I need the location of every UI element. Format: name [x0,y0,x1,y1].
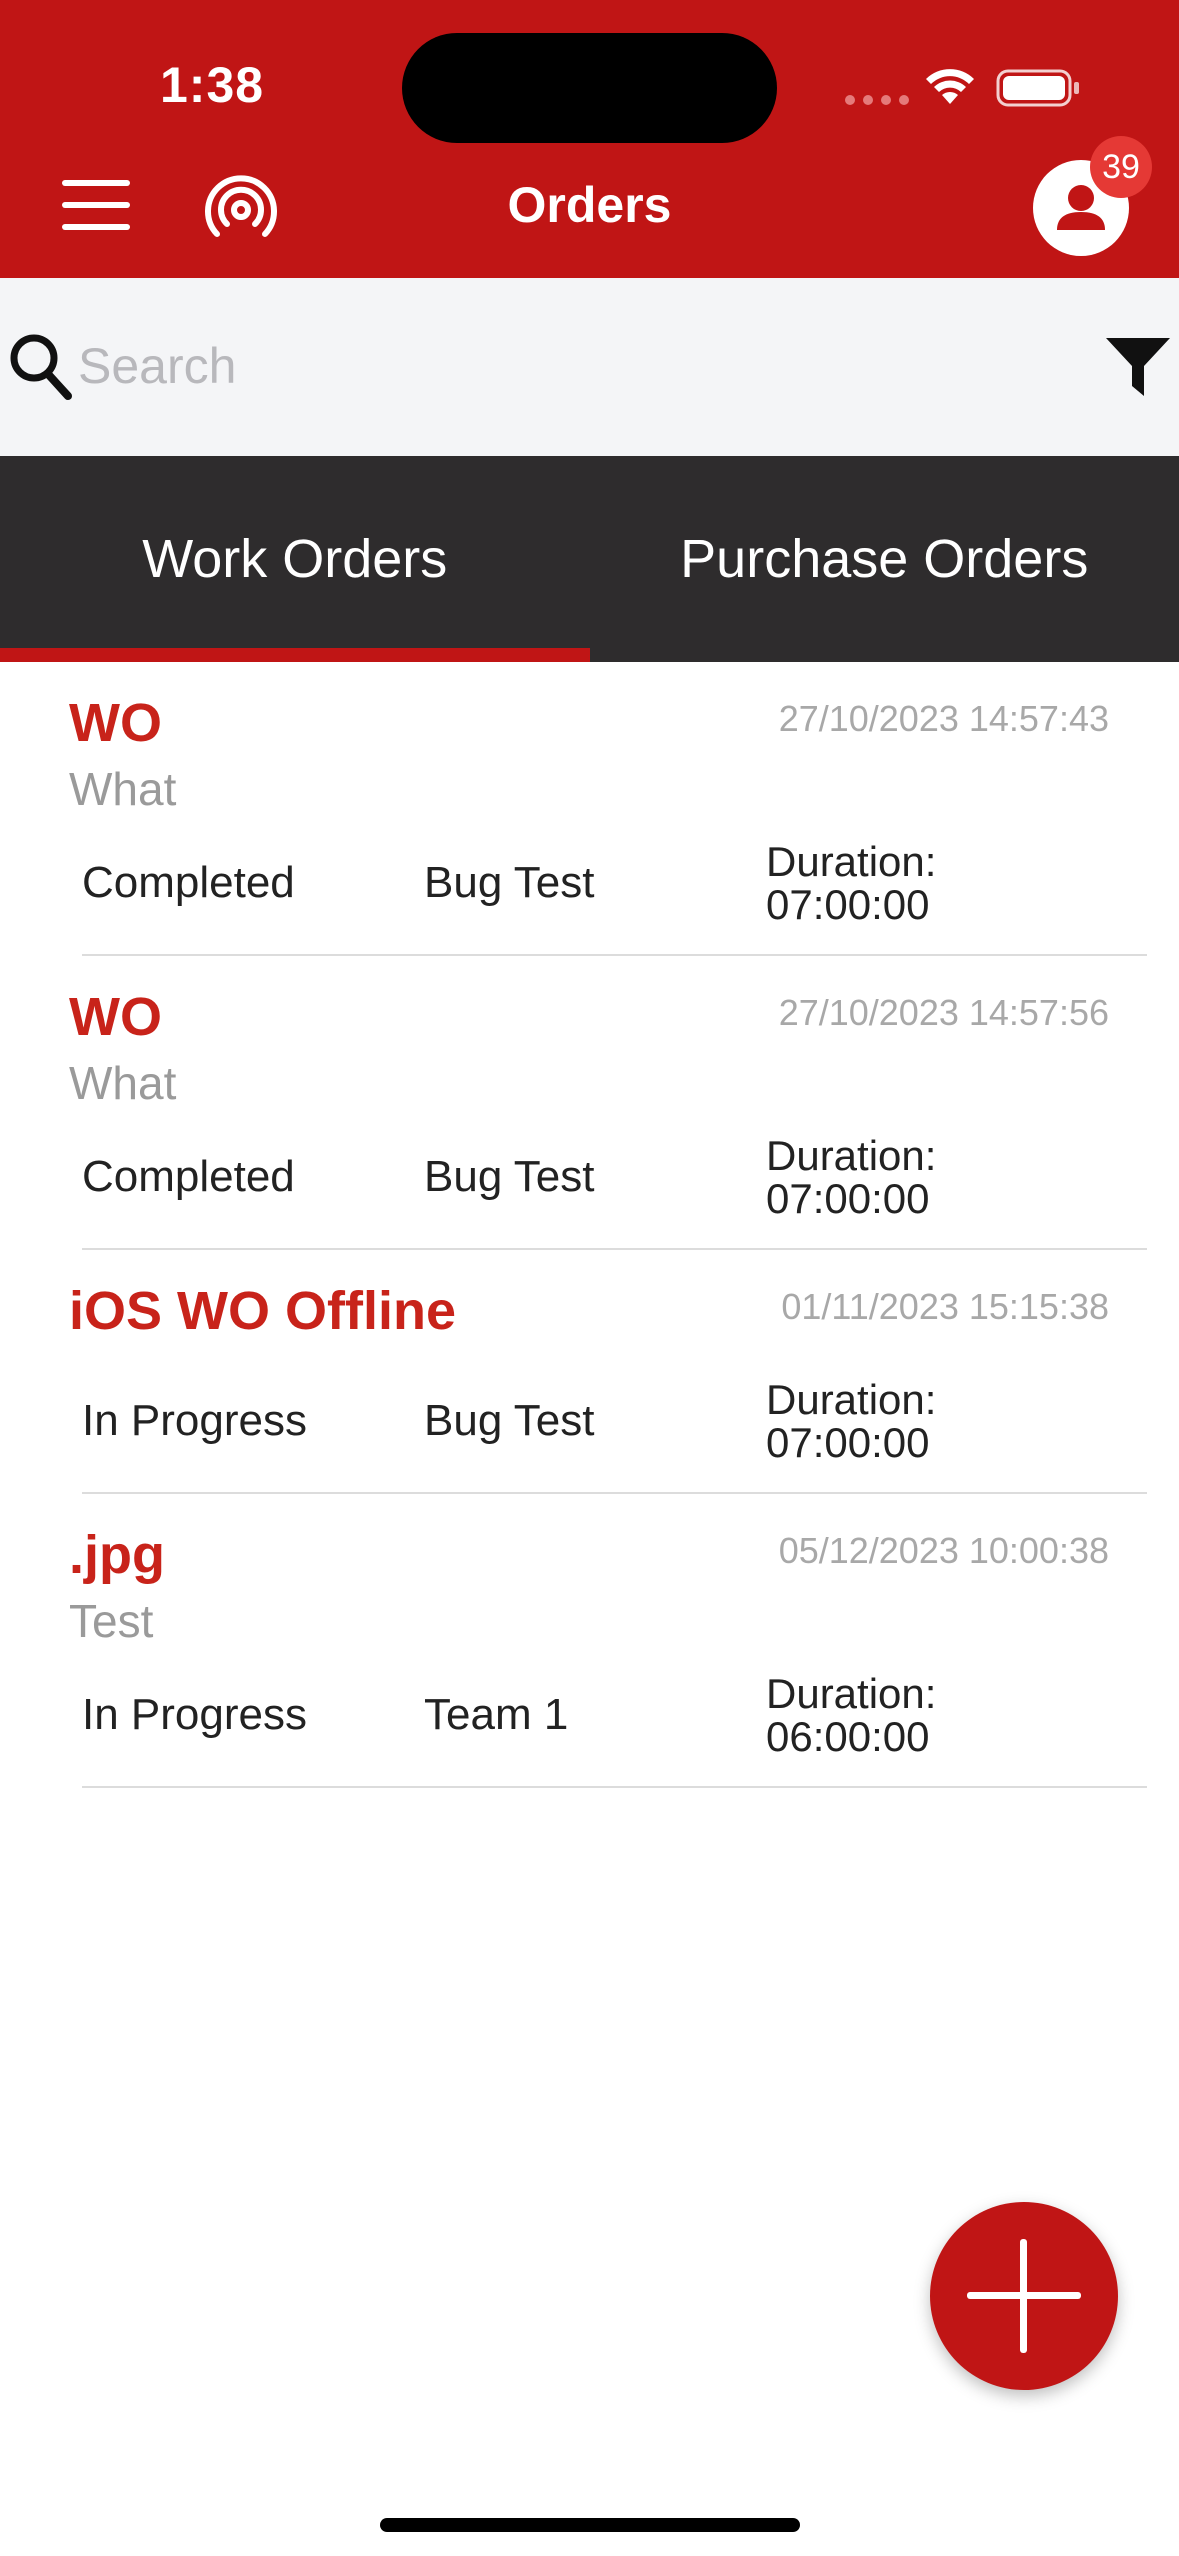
order-status: In Progress [82,1690,307,1739]
filter-icon[interactable] [1104,334,1172,400]
notification-badge: 39 [1090,136,1152,198]
order-status: In Progress [82,1396,307,1445]
home-indicator [380,2518,800,2532]
dynamic-island [402,33,777,143]
duration-value: 07:00:00 [766,1419,930,1466]
search-icon [10,334,72,400]
duration-label: Duration: [766,1132,937,1179]
app-header: 1:38 Orders 39 [0,0,1179,278]
duration-label: Duration: [766,1670,937,1717]
list-item[interactable]: WO 27/10/2023 14:57:56 What Completed Bu… [0,956,1179,1250]
battery-icon [996,69,1079,107]
order-date: 27/10/2023 14:57:43 [778,698,1109,739]
orders-list: WO 27/10/2023 14:57:43 What Completed Bu… [0,662,1179,1788]
tab-purchase-orders[interactable]: Purchase Orders [590,456,1179,662]
order-date: 27/10/2023 14:57:56 [778,992,1109,1033]
duration-value: 07:00:00 [766,881,930,928]
list-item[interactable]: WO 27/10/2023 14:57:43 What Completed Bu… [0,662,1179,956]
list-item[interactable]: .jpg 05/12/2023 10:00:38 Test In Progres… [0,1494,1179,1788]
status-time: 1:38 [160,57,265,113]
order-status: Completed [82,1152,295,1201]
order-date: 05/12/2023 10:00:38 [778,1530,1109,1571]
order-duration: Duration: 07:00:00 [766,1134,1026,1220]
order-team: Team 1 [424,1690,569,1739]
order-status: Completed [82,858,295,907]
list-item[interactable]: iOS WO Offline 01/11/2023 15:15:38 In Pr… [0,1250,1179,1494]
divider [82,1786,1147,1788]
order-subtitle: What [69,1057,177,1109]
duration-label: Duration: [766,838,937,885]
add-order-button[interactable] [930,2202,1118,2390]
order-duration: Duration: 07:00:00 [766,840,1026,926]
duration-label: Duration: [766,1376,937,1423]
order-title: .jpg [69,1525,165,1585]
order-date: 01/11/2023 15:15:38 [781,1286,1109,1327]
order-team: Bug Test [424,858,595,907]
search-bar [0,278,1179,456]
cellular-signal-icon [845,95,909,105]
order-subtitle: What [69,763,177,815]
order-duration: Duration: 07:00:00 [766,1378,1026,1464]
duration-value: 07:00:00 [766,1175,930,1222]
order-team: Bug Test [424,1396,595,1445]
order-duration: Duration: 06:00:00 [766,1672,1026,1758]
tab-work-orders[interactable]: Work Orders [0,456,590,662]
order-team: Bug Test [424,1152,595,1201]
order-subtitle: Test [69,1595,154,1647]
wifi-icon [926,69,974,104]
order-title: WO [69,693,162,753]
order-title: WO [69,987,162,1047]
search-input[interactable] [78,326,1038,406]
orders-screen: 1:38 Orders 39 Search Work Orders Purcha… [0,0,1179,2556]
page-title: Orders [507,177,672,233]
order-type-tabs: Work Orders Purchase Orders [0,456,1179,662]
order-title: iOS WO Offline [69,1281,456,1341]
duration-value: 06:00:00 [766,1713,930,1760]
